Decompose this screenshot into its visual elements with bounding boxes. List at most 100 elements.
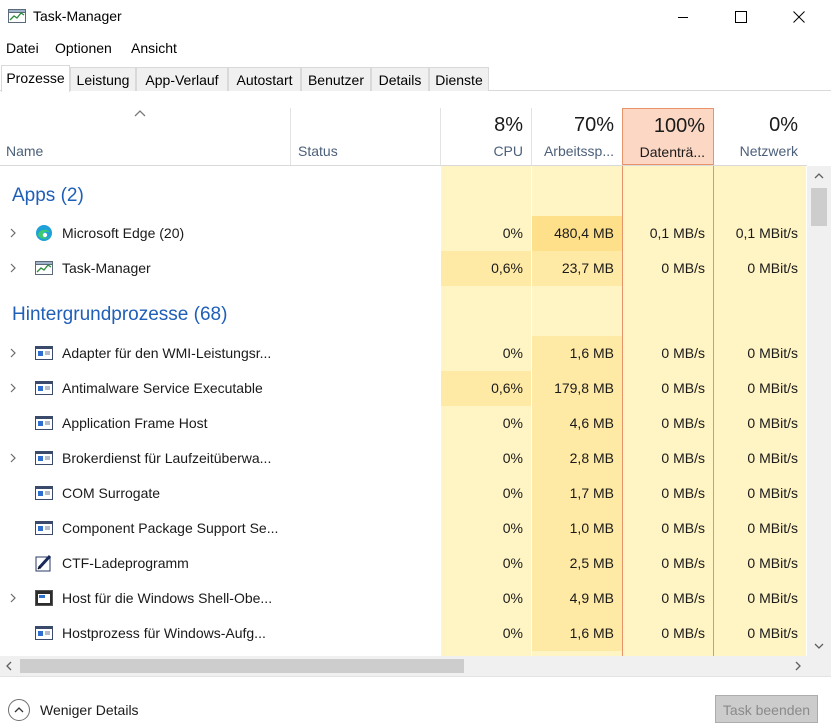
table-row[interactable]: Brokerdienst für Laufzeitüberwa... 0% 2,8 … [0, 441, 807, 476]
process-window-icon [35, 381, 53, 395]
cpu-cell: 0% [441, 616, 531, 651]
disk-label: Datenträ... [639, 144, 705, 160]
disk-value: 0 MB/s [661, 625, 705, 641]
tab-details[interactable]: Details [371, 67, 429, 91]
tab-prozesse[interactable]: Prozesse [1, 65, 70, 92]
chevron-right-icon[interactable] [9, 227, 17, 239]
scroll-right-icon[interactable] [794, 661, 802, 671]
process-list: Apps (2) Microsoft Edge (20) 0% 480,4 MB… [0, 166, 807, 656]
chevron-right-icon[interactable] [9, 262, 17, 274]
table-row[interactable]: Task-Manager 0,6% 23,7 MB 0 MB/s 0 MBit/… [0, 251, 807, 286]
header-name[interactable]: Name [6, 143, 43, 159]
memory-label: Arbeitssp... [543, 143, 614, 159]
tab-leistung[interactable]: Leistung [70, 67, 136, 91]
network-cell: 0,1 MBit/s [714, 216, 806, 251]
menu-optionen[interactable]: Optionen [55, 40, 112, 56]
header-network[interactable]: 0% Netzwerk [714, 108, 806, 165]
chevron-right-icon[interactable] [9, 592, 17, 604]
table-row[interactable]: CTF-Ladeprogramm 0% 2,5 MB 0 MB/s 0 MBit/s [0, 546, 807, 581]
cpu-value: 0% [502, 225, 523, 241]
table-row[interactable]: Microsoft Edge (20) 0% 480,4 MB 0,1 MB/s… [0, 216, 807, 251]
end-task-button[interactable]: Task beenden [715, 695, 818, 723]
disk-value: 0 MB/s [661, 380, 705, 396]
process-window-icon [35, 521, 53, 535]
cpu-cell: 0% [441, 581, 531, 616]
table-row[interactable]: Component Package Support Se... 0% 1,0 MB 0… [0, 511, 807, 546]
close-icon [793, 11, 805, 23]
table-row[interactable]: Antimalware Service Executable 0,6% 179,8 … [0, 371, 807, 406]
chevron-right-icon[interactable] [9, 452, 17, 464]
scroll-up-icon[interactable] [814, 172, 824, 180]
disk-cell: 0 MB/s [623, 336, 713, 371]
process-name: Brokerdienst für Laufzeitüberwa... [62, 450, 272, 466]
scroll-left-icon[interactable] [5, 661, 13, 671]
table-row[interactable]: Adapter für den WMI-Leistungsr... 0% 1,6 M… [0, 336, 807, 371]
vertical-scrollbar[interactable] [807, 166, 831, 656]
menu-bar: Datei Optionen Ansicht [0, 38, 831, 58]
disk-cell: 0 MB/s [623, 511, 713, 546]
cpu-cell: 0,6% [441, 371, 531, 406]
cpu-cell: 0% [441, 216, 531, 251]
group-header-apps: Apps (2) [0, 178, 807, 213]
menu-datei[interactable]: Datei [6, 40, 39, 56]
header-status[interactable]: Status [298, 143, 338, 159]
header-disk[interactable]: 100% Datenträ... [622, 108, 714, 165]
sort-ascending-icon [134, 110, 146, 117]
maximize-button[interactable] [718, 0, 764, 34]
cpu-cell: 0% [441, 336, 531, 371]
memory-value: 23,7 MB [561, 260, 614, 276]
network-value: 0 MBit/s [747, 260, 798, 276]
column-divider[interactable] [290, 108, 291, 165]
memory-cell: 179,8 MB [532, 371, 622, 406]
chevron-right-icon[interactable] [9, 347, 17, 359]
process-name: Application Frame Host [62, 415, 208, 431]
task-manager-icon [8, 9, 26, 23]
vertical-scroll-thumb[interactable] [811, 188, 827, 226]
disk-value: 0 MB/s [661, 450, 705, 466]
cpu-label: CPU [493, 143, 523, 159]
network-label: Netzwerk [739, 143, 798, 159]
memory-value: 480,4 MB [554, 225, 614, 241]
tab-autostart[interactable]: Autostart [228, 67, 301, 91]
fewer-details-link[interactable]: Weniger Details [40, 702, 139, 718]
network-total-percent: 0% [769, 114, 798, 136]
chevron-up-icon [14, 707, 24, 713]
network-value: 0 MBit/s [747, 450, 798, 466]
tab-app-verlauf[interactable]: App-Verlauf [136, 67, 228, 91]
process-window-icon [35, 346, 53, 360]
chevron-right-icon[interactable] [9, 382, 17, 394]
network-value: 0 MBit/s [747, 380, 798, 396]
process-name: CTF-Ladeprogramm [62, 555, 189, 571]
memory-cell: 2,5 MB [532, 546, 622, 581]
close-button[interactable] [776, 0, 822, 34]
process-name: Component Package Support Se... [62, 520, 279, 536]
scroll-down-icon[interactable] [814, 642, 824, 650]
table-row[interactable]: COM Surrogate 0% 1,7 MB 0 MB/s 0 MBit/s [0, 476, 807, 511]
network-value: 0 MBit/s [747, 485, 798, 501]
disk-cell: 0 MB/s [623, 546, 713, 581]
cpu-value: 0% [502, 555, 523, 571]
collapse-details-button[interactable] [8, 699, 30, 721]
minimize-button[interactable] [660, 0, 706, 34]
menu-ansicht[interactable]: Ansicht [131, 40, 177, 56]
disk-value: 0,1 MB/s [649, 225, 705, 241]
table-row[interactable]: Hostprozess für Windows-Aufg... 0% 1,6 MB 0… [0, 616, 807, 651]
process-window-icon [35, 486, 53, 500]
process-name: Adapter für den WMI-Leistungsr... [62, 345, 272, 361]
horizontal-scrollbar[interactable] [0, 656, 807, 676]
disk-cell: 0 MB/s [623, 616, 713, 651]
table-row[interactable]: Application Frame Host 0% 4,6 MB 0 MB/s 0 MB… [0, 406, 807, 441]
tab-benutzer[interactable]: Benutzer [301, 67, 371, 91]
disk-cell: 0 MB/s [623, 581, 713, 616]
network-cell: 0 MBit/s [714, 406, 806, 441]
disk-cell: 0 MB/s [623, 476, 713, 511]
cpu-cell: 0% [441, 406, 531, 441]
network-cell: 0 MBit/s [714, 371, 806, 406]
horizontal-scroll-thumb[interactable] [20, 659, 464, 673]
header-cpu[interactable]: 8% CPU [441, 108, 531, 165]
cpu-cell: 0% [441, 511, 531, 546]
title-bar: Task-Manager [0, 0, 831, 34]
table-row[interactable]: Host für die Windows Shell-Obe... 0% 4,9 M… [0, 581, 807, 616]
tab-dienste[interactable]: Dienste [429, 67, 489, 91]
header-memory[interactable]: 70% Arbeitssp... [532, 108, 622, 165]
